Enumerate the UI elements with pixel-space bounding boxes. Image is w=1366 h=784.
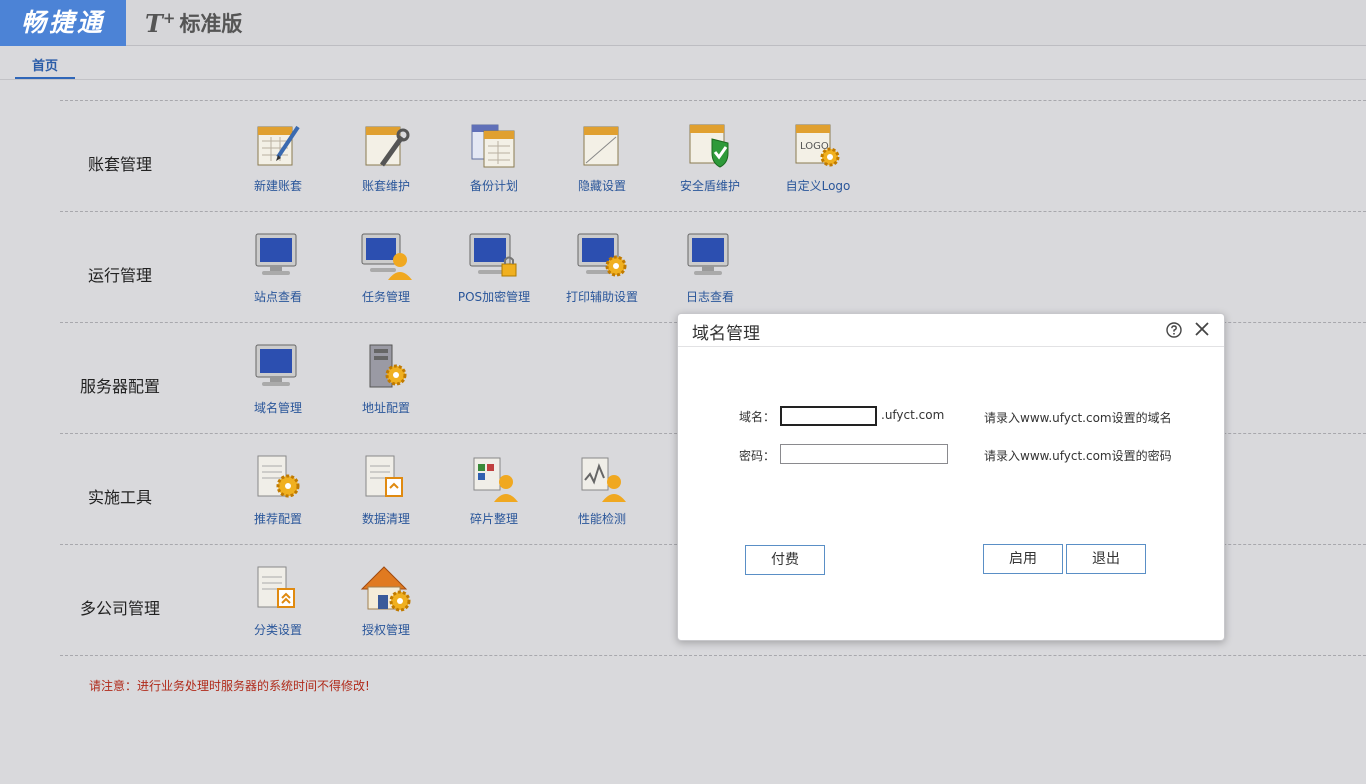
password-label: 密码： — [739, 449, 776, 463]
tool-authorization[interactable]: 授权管理 — [336, 563, 436, 638]
tool-label: 分类设置 — [253, 623, 302, 637]
tool-label: 性能检测 — [577, 512, 626, 526]
domain-label: 域名： — [739, 410, 776, 424]
tool-ledger-maintenance[interactable]: 账套维护 — [336, 119, 436, 194]
chart-user-icon — [581, 457, 626, 502]
tool-custom-logo[interactable]: LOGO 自定义Logo — [768, 119, 868, 194]
tool-domain-management[interactable]: 域名管理 — [228, 341, 328, 416]
tab-bar: 首页 — [0, 47, 1366, 80]
doc-stack-icon — [365, 455, 403, 497]
section-title: 服务器配置 — [79, 377, 160, 396]
monitor-icon — [687, 233, 729, 275]
domain-management-dialog: 域名管理 域名： .ufyct.com 请录入www.ufyct.com设置的域… — [677, 313, 1225, 641]
domain-suffix: .ufyct.com — [881, 408, 945, 422]
exit-button[interactable]: 退出 — [1066, 544, 1146, 574]
dialog-header: 域名管理 — [678, 314, 1224, 347]
ledger-wrench-icon — [365, 126, 410, 167]
tool-address-config[interactable]: 地址配置 — [336, 341, 436, 416]
tool-performance-check[interactable]: 性能检测 — [552, 452, 652, 527]
ledger-hidden-icon — [583, 126, 619, 166]
section-divider — [60, 655, 1366, 656]
warning-notice: 请注意：进行业务处理时服务器的系统时间不得修改! — [89, 679, 370, 693]
server-gear-icon — [369, 344, 407, 388]
house-gear-icon — [360, 566, 411, 612]
tab-home[interactable]: 首页 — [15, 55, 75, 79]
dialog-title: 域名管理 — [692, 324, 760, 344]
fragments-user-icon — [473, 457, 518, 502]
tool-label: 安全盾维护 — [679, 179, 740, 193]
close-icon[interactable] — [1194, 321, 1210, 337]
ledger-stack-icon — [471, 124, 515, 168]
tool-label: 授权管理 — [361, 623, 410, 637]
brand-logo: 畅捷通 — [0, 0, 126, 46]
tool-label: 备份计划 — [469, 179, 518, 193]
top-bar: 畅捷通 T+ 标准版 — [0, 0, 1366, 46]
tool-new-ledger[interactable]: 新建账套 — [228, 119, 328, 194]
section-title: 账套管理 — [87, 155, 152, 174]
password-hint: 请录入www.ufyct.com设置的密码 — [984, 449, 1172, 463]
tool-label: 任务管理 — [361, 290, 410, 304]
tool-print-settings[interactable]: 打印辅助设置 — [552, 230, 652, 305]
tool-task-management[interactable]: 任务管理 — [336, 230, 436, 305]
tool-label: 地址配置 — [361, 401, 410, 415]
tool-label: 账套维护 — [361, 179, 410, 193]
monitor-icon — [255, 233, 297, 275]
tool-category-settings[interactable]: 分类设置 — [228, 563, 328, 638]
tool-recommended-config[interactable]: 推荐配置 — [228, 452, 328, 527]
tool-label: 推荐配置 — [253, 512, 302, 526]
tool-label: 域名管理 — [253, 401, 302, 415]
enable-button[interactable]: 启用 — [983, 544, 1063, 574]
tool-log-view[interactable]: 日志查看 — [660, 230, 760, 305]
edition-name: 标准版 — [179, 12, 243, 36]
help-icon[interactable] — [1166, 322, 1182, 338]
ledger-shield-icon — [689, 124, 729, 168]
tool-label: POS加密管理 — [457, 290, 531, 304]
doc-gear-icon — [257, 455, 300, 498]
tool-label: 站点查看 — [253, 290, 302, 304]
tool-security-shield[interactable]: 安全盾维护 — [660, 119, 760, 194]
monitor-user-icon — [361, 233, 412, 280]
tool-label: 碎片整理 — [469, 512, 518, 526]
domain-input[interactable] — [780, 406, 877, 426]
tool-label: 日志查看 — [685, 290, 734, 304]
pay-button[interactable]: 付费 — [745, 545, 825, 575]
edition-title: T+ 标准版 — [145, 8, 242, 38]
section-ledger-management: 账套管理 新建账套 账套维护 备份计划 隐藏设置 安全盾维护 LOGO 自定义L… — [60, 100, 1366, 211]
tool-label: 新建账套 — [253, 179, 302, 193]
tool-site-view[interactable]: 站点查看 — [228, 230, 328, 305]
tool-backup-plan[interactable]: 备份计划 — [444, 119, 544, 194]
monitor-gear-icon — [577, 233, 627, 277]
monitor-lock-icon — [469, 233, 517, 277]
section-title: 实施工具 — [87, 488, 152, 507]
ledger-pencil-icon — [257, 125, 300, 166]
section-title: 多公司管理 — [79, 599, 160, 618]
tool-data-cleanup[interactable]: 数据清理 — [336, 452, 436, 527]
logo-gear-icon: LOGO — [795, 124, 840, 167]
tool-defragment[interactable]: 碎片整理 — [444, 452, 544, 527]
password-input[interactable] — [780, 444, 948, 464]
tool-label: 打印辅助设置 — [565, 290, 638, 304]
section-run-management: 运行管理 站点查看 任务管理 POS加密管理 打印辅助设置 日志查看 — [60, 211, 1366, 322]
tool-pos-encryption[interactable]: POS加密管理 — [444, 230, 544, 305]
tool-hidden-settings[interactable]: 隐藏设置 — [552, 119, 652, 194]
tool-label: 自定义Logo — [785, 179, 851, 193]
section-title: 运行管理 — [87, 266, 152, 285]
doc-category-icon — [257, 566, 295, 608]
domain-hint: 请录入www.ufyct.com设置的域名 — [984, 411, 1172, 425]
tool-label: 隐藏设置 — [577, 179, 626, 193]
monitor-icon — [255, 344, 297, 386]
edition-logo: T+ — [145, 8, 176, 38]
tool-label: 数据清理 — [361, 512, 410, 526]
